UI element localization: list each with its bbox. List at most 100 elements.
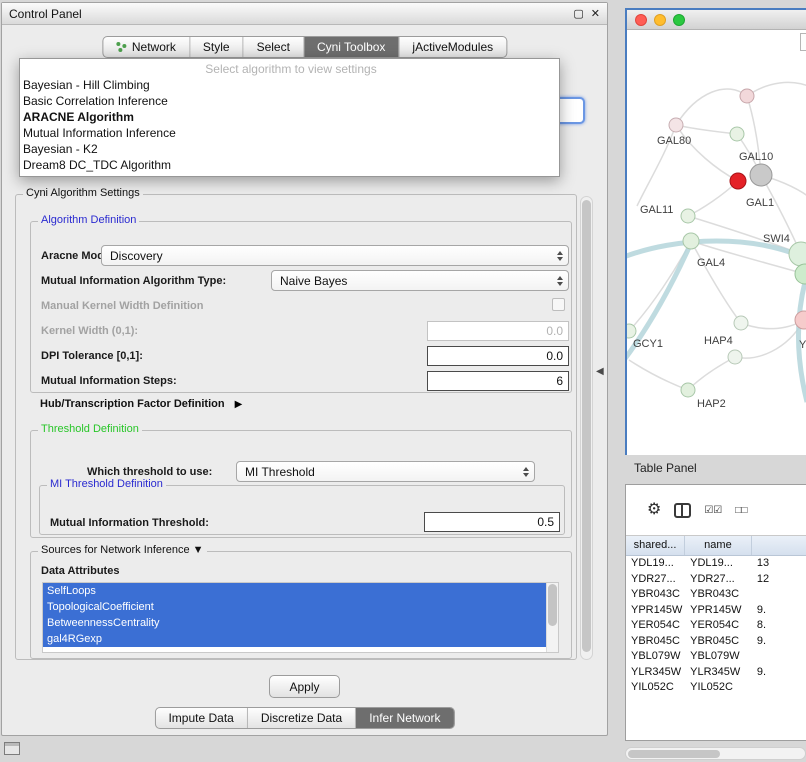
desktop: { "icons": { "float_window": "▢", "close… [0,0,806,762]
network-scrollbar[interactable] [800,33,806,51]
network-canvas[interactable]: GAL80GAL10GAL1GAL11SWI4GAL4GCY1HAP4YHAP2 [627,30,806,455]
table-panel: ⚙ ☑☑ □□ shared...name YDL19...YDL19...13… [625,484,806,741]
mi-threshold-value: 0.5 [537,515,554,529]
table-cell: YDR27... [685,572,752,588]
scrollbar-thumb[interactable] [628,750,720,758]
attributes-scrollbar[interactable] [546,583,558,652]
network-node-gal4[interactable] [683,233,699,249]
table-row[interactable]: YBR045CYBR045C9. [626,634,806,650]
table-cell: 9. [752,665,806,681]
tab-impute-data[interactable]: Impute Data [155,708,247,728]
tab-cyni-toolbox[interactable]: Cyni Toolbox [304,37,399,57]
network-node-gcy1[interactable] [627,324,636,338]
network-edge [688,181,738,216]
dropdown-item-bayesian-k2[interactable]: Bayesian - K2 [20,141,559,157]
network-node[interactable] [730,173,746,189]
table-cell: YER054C [685,618,752,634]
table-cell [752,587,806,603]
scrollbar-thumb[interactable] [548,584,557,626]
table-cell [752,680,806,696]
mi-steps-field[interactable]: 6 [427,371,569,391]
network-window-titlebar [627,10,806,30]
dropdown-item-aracne-algorithm[interactable]: ARACNE Algorithm [20,109,559,125]
table-row[interactable]: YBL079WYBL079W [626,649,806,665]
network-node[interactable] [681,209,695,223]
dropdown-item-dream8-dc-tdc-algorithm[interactable]: Dream8 DC_TDC Algorithm [20,157,559,173]
table-column-header[interactable] [752,536,806,555]
table-row[interactable]: YDR27...YDR27...12 [626,572,806,588]
mi-threshold-field[interactable]: 0.5 [424,512,560,532]
attribute-item-gal4rgexp[interactable]: gal4RGexp [43,631,546,647]
dpi-tolerance-field[interactable]: 0.0 [427,346,569,366]
aracne-mode-select[interactable]: Discovery [101,245,569,266]
deselect-all-icon[interactable]: □□ [735,505,747,516]
minimize-traffic-light[interactable] [654,14,666,26]
zoom-traffic-light[interactable] [673,14,685,26]
group-title: Cyni Algorithm Settings [23,187,143,199]
dropdown-item-mutual-information-inference[interactable]: Mutual Information Inference [20,125,559,141]
table-row[interactable]: YER054CYER054C8. [626,618,806,634]
node-label-hap4: HAP4 [704,335,733,347]
sources-for-network-inference-group: Sources for Network Inference ▼ Data Att… [30,551,572,659]
network-node[interactable] [740,89,754,103]
network-node[interactable] [795,264,806,284]
network-edge [747,82,806,96]
sources-expander[interactable]: Sources for Network Inference ▼ [38,544,207,556]
settings-scrollbar[interactable] [580,196,593,660]
table-cell: YBL079W [626,649,685,665]
select-all-icon[interactable]: ☑☑ [704,505,722,516]
table-row[interactable]: YDL19...YDL19...13 [626,556,806,572]
node-label-gal80: GAL80 [657,135,691,147]
table-row[interactable]: YBR043CYBR043C [626,587,806,603]
attribute-item-betweennesscentrality[interactable]: BetweennessCentrality [43,615,546,631]
close-icon[interactable]: ✕ [591,7,600,20]
tab-discretize-data[interactable]: Discretize Data [248,708,356,728]
dropdown-placeholder: Select algorithm to view settings [20,61,559,77]
network-node[interactable] [789,242,806,266]
node-label-y: Y [799,339,806,351]
node-label-gal10: GAL10 [739,151,773,163]
table-column-header[interactable]: name [685,536,752,555]
table-body: YDL19...YDL19...13YDR27...YDR27...12YBR0… [626,556,806,696]
manual-kernel-checkbox[interactable] [552,298,565,311]
tab-label: Discretize Data [261,711,342,725]
collapse-panel-icon[interactable]: ◀ [596,366,604,377]
apply-button[interactable]: Apply [269,675,340,698]
close-traffic-light[interactable] [635,14,647,26]
network-node-hap2[interactable] [681,383,695,397]
dropdown-item-basic-correlation-inference[interactable]: Basic Correlation Inference [20,93,559,109]
attribute-item-selfloops[interactable]: SelfLoops [43,583,546,599]
dropdown-item-bayesian-hill-climbing[interactable]: Bayesian - Hill Climbing [20,77,559,93]
tab-jactivemodules[interactable]: jActiveModules [399,37,506,57]
tab-infer-network[interactable]: Infer Network [356,708,453,728]
data-attributes-list[interactable]: SelfLoopsTopologicalCoefficientBetweenne… [42,582,559,653]
table-cell: YDR27... [626,572,685,588]
tab-style[interactable]: Style [190,37,244,57]
table-row[interactable]: YIL052CYIL052C [626,680,806,696]
tab-select[interactable]: Select [244,37,304,57]
mi-algorithm-type-select[interactable]: Naive Bayes [271,270,569,291]
network-node-gal10[interactable] [750,164,772,186]
table-row[interactable]: YPR145WYPR145W9. [626,603,806,619]
network-node[interactable] [730,127,744,141]
kernel-width-value: 0.0 [546,324,563,338]
columns-icon[interactable] [674,503,691,518]
which-threshold-select[interactable]: MI Threshold [236,461,535,482]
network-node-gal80[interactable] [669,118,683,132]
attribute-item-topologicalcoefficient[interactable]: TopologicalCoefficient [43,599,546,615]
aracne-mode-value: Discovery [110,249,163,263]
network-node-hap4[interactable] [728,350,742,364]
kernel-width-field[interactable]: 0.0 [427,321,569,341]
tab-network[interactable]: Network [103,37,190,57]
mi-steps-label: Mutual Information Steps: [41,375,177,387]
float-window-icon[interactable]: ▢ [573,7,583,20]
gear-icon[interactable]: ⚙ [647,502,661,518]
hub-transcription-factor-expander[interactable]: Hub/Transcription Factor Definition ▶ [40,398,242,410]
table-column-header[interactable]: shared... [626,536,685,555]
window-title: Control Panel [9,7,82,21]
table-row[interactable]: YLR345WYLR345W9. [626,665,806,681]
table-horizontal-scrollbar[interactable] [625,747,806,760]
scrollbar-thumb[interactable] [582,200,591,652]
network-node[interactable] [734,316,748,330]
collapsed-panel-icon[interactable] [4,742,20,755]
